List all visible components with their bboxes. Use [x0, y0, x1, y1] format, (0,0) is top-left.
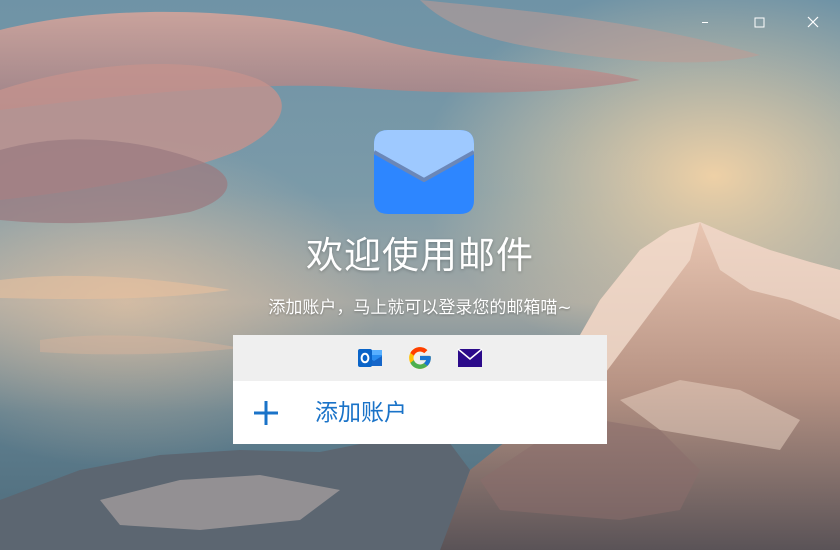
add-account-button[interactable]: 添加账户	[233, 381, 607, 444]
minimize-button[interactable]	[678, 0, 732, 44]
close-icon	[807, 16, 819, 28]
window-controls	[678, 0, 840, 44]
provider-mail[interactable]	[457, 345, 483, 371]
maximize-button[interactable]	[732, 0, 786, 44]
minimize-icon	[702, 22, 708, 23]
envelope-icon	[457, 348, 483, 367]
plus-icon	[249, 396, 283, 430]
maximize-icon	[754, 17, 764, 27]
close-button[interactable]	[786, 0, 840, 44]
provider-bar	[233, 335, 607, 381]
page-subtitle: 添加账户，马上就可以登录您的邮箱喵~	[268, 298, 572, 318]
outlook-icon	[358, 349, 382, 367]
google-icon	[409, 347, 431, 369]
provider-google[interactable]	[407, 345, 433, 371]
provider-outlook[interactable]	[357, 345, 383, 371]
add-account-label: 添加账户	[315, 399, 407, 426]
page-title: 欢迎使用邮件	[306, 234, 534, 277]
envelope-icon	[374, 130, 474, 214]
